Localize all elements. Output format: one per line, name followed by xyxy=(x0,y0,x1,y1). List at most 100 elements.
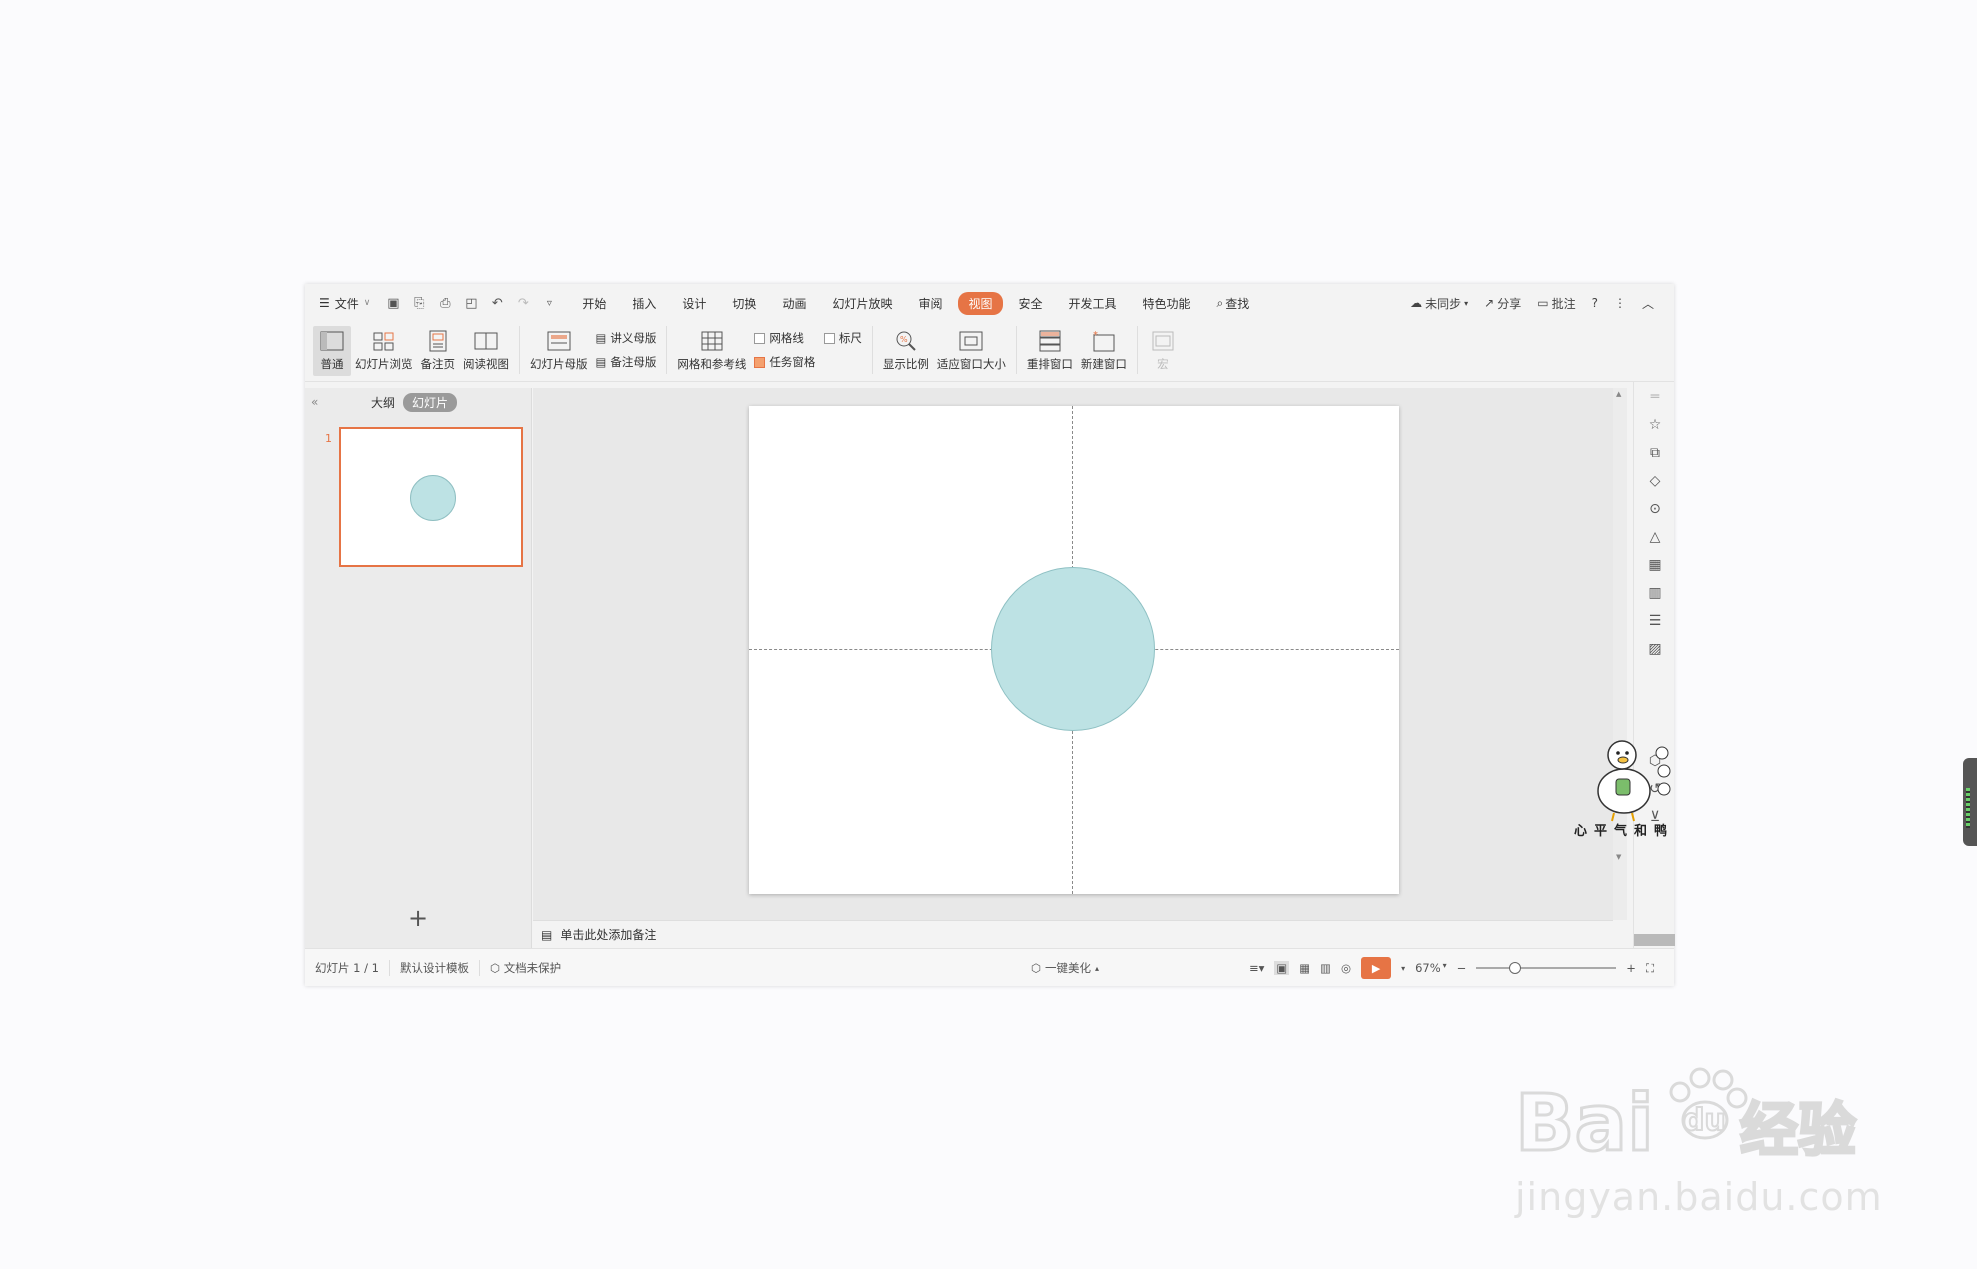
arrange-window-button[interactable]: 重排窗口 xyxy=(1023,326,1077,376)
play-slideshow-button[interactable]: ▶ xyxy=(1361,957,1392,979)
scroll-up-arrow[interactable]: ▲ xyxy=(1616,390,1621,398)
fit-window-label: 适应窗口大小 xyxy=(936,357,1006,371)
normal-view-status-icon[interactable]: ▣ xyxy=(1274,961,1290,975)
tab-review[interactable]: 审阅 xyxy=(908,292,952,315)
tab-transitions[interactable]: 切换 xyxy=(722,292,766,315)
zoom-in-button[interactable]: + xyxy=(1626,961,1636,975)
tab-outline[interactable]: 大纲 xyxy=(371,394,395,411)
slide-sorter-button[interactable]: 幻灯片浏览 xyxy=(351,326,417,376)
notes-master-button[interactable]: ▤ 备注母版 xyxy=(596,354,657,370)
shapes-icon[interactable]: ◇ xyxy=(1646,472,1664,490)
slide-sorter-status-icon[interactable]: ▦ xyxy=(1299,961,1310,975)
vertical-scrollbar[interactable]: ▲ ▼ xyxy=(1613,388,1627,920)
scroll-down-arrow[interactable]: ▼ xyxy=(1616,853,1621,861)
reading-view-button[interactable]: 阅读视图 xyxy=(459,326,513,376)
view-zoom-controls: ≡▾ ▣ ▦ ▥ ◎ ▶ ▾ 67% ▾ − + ⛶ xyxy=(1249,949,1654,987)
normal-view-button[interactable]: 普通 xyxy=(313,326,351,376)
tab-home[interactable]: 开始 xyxy=(572,292,616,315)
sync-button[interactable]: ☁ 未同步 ▾ xyxy=(1410,295,1468,312)
macro-button[interactable]: 宏 xyxy=(1144,326,1182,376)
hamburger-icon: ☰ xyxy=(319,296,330,310)
handout-master-label: 讲义母版 xyxy=(610,331,657,345)
fit-to-window-icon[interactable]: ⛶ xyxy=(1646,961,1654,976)
handout-master-button[interactable]: ▤ 讲义母版 xyxy=(596,330,657,346)
notes-toggle-icon[interactable]: ≡▾ xyxy=(1249,961,1264,975)
notes-page-button[interactable]: 备注页 xyxy=(417,326,460,376)
tab-slides[interactable]: 幻灯片 xyxy=(403,392,458,412)
file-menu[interactable]: ☰ 文件 ∨ xyxy=(319,295,370,312)
master-group: ▤ 讲义母版 ▤ 备注母版 xyxy=(592,326,661,374)
collapse-panel-icon[interactable]: « xyxy=(311,395,341,409)
task-pane-checkbox[interactable]: 任务窗格 xyxy=(754,354,862,370)
one-click-beautify-button[interactable]: ⬡ 一键美化 ▴ xyxy=(1031,960,1099,976)
star-icon[interactable]: ☆ xyxy=(1646,416,1664,434)
comment-button[interactable]: ▭ 批注 xyxy=(1537,295,1575,312)
settings-sliders-icon[interactable]: ☰ xyxy=(1646,612,1664,630)
zoom-level[interactable]: 67% ▾ xyxy=(1415,961,1447,975)
tab-view[interactable]: 视图 xyxy=(958,291,1003,315)
more-options-icon[interactable]: ⋮ xyxy=(1614,296,1626,310)
tab-security[interactable]: 安全 xyxy=(1009,292,1053,315)
tab-special-features[interactable]: 特色功能 xyxy=(1133,292,1201,315)
edge-floating-widget[interactable] xyxy=(1963,758,1977,846)
tab-design[interactable]: 设计 xyxy=(672,292,716,315)
slide[interactable] xyxy=(749,406,1399,894)
zoom-out-button[interactable]: − xyxy=(1457,961,1467,975)
notes-placeholder: 单击此处添加备注 xyxy=(560,928,657,942)
save-icon[interactable]: ▣ xyxy=(384,296,402,311)
menu-tabs: 开始 插入 设计 切换 动画 幻灯片放映 审阅 视图 安全 开发工具 特色功能 … xyxy=(572,291,1265,315)
tab-slideshow[interactable]: 幻灯片放映 xyxy=(822,292,902,315)
sidebar-collapse-button[interactable] xyxy=(1634,934,1675,946)
slideshow-options-icon[interactable]: ▾ xyxy=(1401,964,1405,973)
share-label: 分享 xyxy=(1497,296,1522,311)
search-button[interactable]: ⌕ 查找 xyxy=(1207,292,1260,315)
show-row-1: 网格线 标尺 xyxy=(754,330,862,346)
print-icon[interactable]: ⎙ xyxy=(436,296,454,311)
collapse-ribbon-icon[interactable]: ︿ xyxy=(1642,295,1654,312)
view-ribbon: 普通 幻灯片浏览 备注页 阅读视图 幻灯片母版 ▤ 讲义母版 ▤ 备注母版 网格… xyxy=(305,322,1674,382)
handout-master-icon: ▤ xyxy=(595,331,607,345)
tab-insert[interactable]: 插入 xyxy=(622,292,666,315)
protection-status[interactable]: ⬡ 文档未保护 xyxy=(480,960,571,976)
redo-icon[interactable]: ↷ xyxy=(514,296,532,311)
location-pin-icon[interactable]: ⊙ xyxy=(1646,500,1664,518)
svg-text:du: du xyxy=(1683,1103,1726,1138)
zoom-slider-knob[interactable] xyxy=(1509,962,1522,974)
new-window-button[interactable]: * 新建窗口 xyxy=(1077,326,1131,376)
reading-view-status-icon[interactable]: ▥ xyxy=(1320,961,1331,975)
task-pane-label: 任务窗格 xyxy=(769,355,816,369)
zoom-button[interactable]: % 显示比例 xyxy=(879,326,933,376)
gridlines-checkbox[interactable]: 网格线 xyxy=(754,330,804,346)
grid-apps-icon[interactable]: ▦ xyxy=(1646,556,1664,574)
slide-thumbnail[interactable] xyxy=(339,427,523,567)
chevron-down-icon: ▾ xyxy=(1442,961,1447,970)
macro-icon xyxy=(1148,328,1178,354)
fit-window-button[interactable]: 适应窗口大小 xyxy=(933,326,1010,376)
share-button[interactable]: ↗ 分享 xyxy=(1484,295,1521,312)
presenter-view-icon[interactable]: ◎ xyxy=(1341,961,1351,975)
add-slide-button[interactable]: + xyxy=(408,904,428,932)
zoom-slider[interactable] xyxy=(1476,962,1617,974)
format-painter-icon[interactable]: ⎘ xyxy=(410,296,428,311)
slide-editing-canvas xyxy=(533,388,1613,920)
customize-quick-access-icon[interactable]: ▿ xyxy=(540,298,558,309)
grid-guides-button[interactable]: 网格和参考线 xyxy=(673,326,750,376)
print-preview-icon[interactable]: ◰ xyxy=(462,296,480,311)
slide-master-button[interactable]: 幻灯片母版 xyxy=(526,326,592,376)
tab-animations[interactable]: 动画 xyxy=(772,292,816,315)
zoom-label: 显示比例 xyxy=(882,357,929,371)
ruler-checkbox[interactable]: 标尺 xyxy=(823,330,862,346)
tab-developer[interactable]: 开发工具 xyxy=(1059,292,1127,315)
cube-icon: ⬡ xyxy=(1031,961,1042,975)
slide-sorter-icon xyxy=(369,328,399,354)
undo-icon[interactable]: ↶ xyxy=(488,296,506,311)
chart-icon[interactable]: ▥ xyxy=(1646,584,1664,602)
help-button[interactable]: ? xyxy=(1592,296,1598,310)
copy-icon[interactable]: ⧉ xyxy=(1646,444,1664,462)
slide-thumbnail-panel: « 大纲 幻灯片 1 + xyxy=(305,388,532,948)
triangle-layers-icon[interactable]: △ xyxy=(1646,528,1664,546)
circle-shape[interactable] xyxy=(991,567,1155,731)
image-icon[interactable]: ▨ xyxy=(1646,640,1664,658)
design-template[interactable]: 默认设计模板 xyxy=(390,959,480,976)
notes-bar[interactable]: ▤ 单击此处添加备注 xyxy=(533,920,1613,948)
